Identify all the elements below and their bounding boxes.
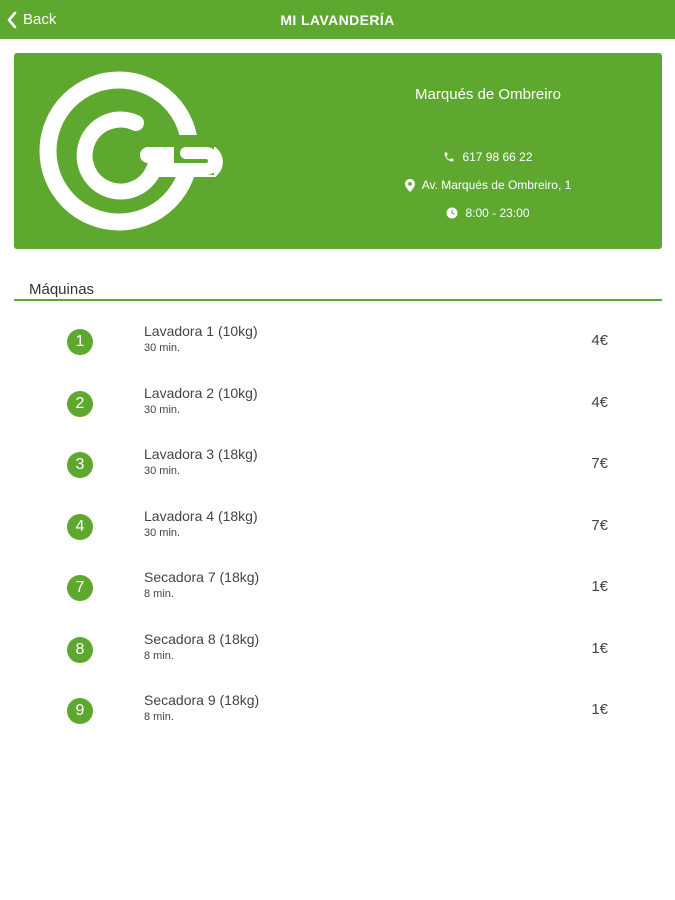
- machine-duration: 30 min.: [144, 403, 181, 416]
- machine-row[interactable]: 8 Secadora 8 (18kg) 8 min. 1€: [0, 618, 675, 680]
- machine-price: 4€: [591, 332, 608, 349]
- machine-row[interactable]: 1 Lavadora 1 (10kg) 30 min. 4€: [0, 310, 675, 372]
- clock-icon: [446, 207, 458, 219]
- address-text: Av. Marqués de Ombreiro, 1: [421, 178, 572, 192]
- machine-duration: 8 min.: [144, 649, 174, 662]
- machine-price: 1€: [591, 578, 608, 595]
- phone-number: 617 98 66 22: [462, 150, 533, 164]
- machine-name: Secadora 7 (18kg): [144, 569, 260, 585]
- brand-logo: [36, 65, 228, 242]
- phone-row[interactable]: 617 98 66 22: [319, 150, 657, 164]
- machine-name: Lavadora 1 (10kg): [144, 323, 258, 339]
- machine-number-badge: 2: [67, 390, 93, 417]
- machine-name: Lavadora 2 (10kg): [144, 384, 258, 401]
- machine-duration: 30 min.: [144, 342, 181, 354]
- machine-number-badge: 8: [67, 636, 93, 663]
- machine-name: Lavadora 3 (18kg): [144, 446, 258, 462]
- machine-price: 1€: [591, 639, 608, 657]
- machine-list: 1 Lavadora 1 (10kg) 30 min. 4€ 2 Lavador…: [0, 310, 675, 741]
- top-navigation-bar: Back MI LAVANDERÍA: [0, 0, 675, 39]
- machine-number-badge: 3: [67, 452, 93, 478]
- machine-row[interactable]: 2 Lavadora 2 (10kg) 30 min. 4€: [0, 372, 675, 434]
- machine-price: 7€: [591, 455, 608, 472]
- machine-name: Secadora 8 (18kg): [144, 630, 260, 647]
- laundry-name: Marqués de Ombreiro: [415, 86, 561, 103]
- laundry-details: Marqués de Ombreiro 617 98 66 22 Av. Mar…: [319, 53, 657, 249]
- phone-icon: [443, 151, 455, 163]
- machines-section-title: Máquinas: [29, 281, 95, 298]
- machine-number-badge: 4: [67, 513, 93, 540]
- machine-number-badge: 9: [67, 698, 93, 724]
- machine-number-badge: 7: [67, 575, 93, 601]
- opening-hours: 8:00 - 23:00: [465, 206, 530, 220]
- machine-row[interactable]: 4 Lavadora 4 (18kg) 30 min. 7€: [0, 495, 675, 557]
- machine-row[interactable]: 3 Lavadora 3 (18kg) 30 min. 7€: [0, 433, 675, 495]
- machine-price: 7€: [591, 516, 608, 534]
- machine-duration: 30 min.: [144, 526, 181, 539]
- machine-price: 4€: [591, 393, 608, 411]
- page-title: MI LAVANDERÍA: [280, 11, 395, 28]
- machine-duration: 30 min.: [144, 465, 181, 477]
- machine-number-badge: 1: [67, 329, 93, 355]
- address-row[interactable]: Av. Marqués de Ombreiro, 1: [319, 178, 657, 192]
- machine-price: 1€: [591, 701, 608, 718]
- machine-duration: 8 min.: [144, 711, 174, 723]
- map-pin-icon: [404, 178, 415, 192]
- machine-row[interactable]: 9 Secadora 9 (18kg) 8 min. 1€: [0, 679, 675, 741]
- machine-name: Secadora 9 (18kg): [144, 692, 260, 708]
- hours-row: 8:00 - 23:00: [319, 206, 657, 220]
- machine-row[interactable]: 7 Secadora 7 (18kg) 8 min. 1€: [0, 556, 675, 618]
- machine-duration: 8 min.: [144, 588, 174, 600]
- section-divider: [14, 299, 662, 301]
- machine-name: Lavadora 4 (18kg): [144, 507, 258, 524]
- laundry-info-card: Marqués de Ombreiro 617 98 66 22 Av. Mar…: [14, 53, 662, 249]
